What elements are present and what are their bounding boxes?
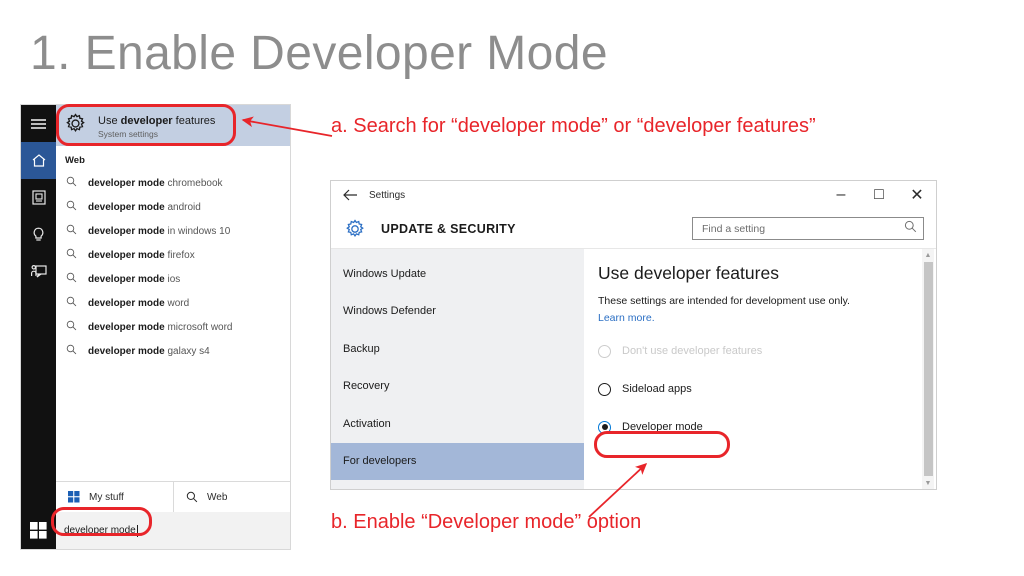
arrow-to-developer-mode xyxy=(589,464,646,517)
arrow-to-top-result xyxy=(243,120,332,136)
annotation-arrows xyxy=(0,0,1024,576)
annotation-b-text: b. Enable “Developer mode” option xyxy=(331,511,641,534)
annotation-a-text: a. Search for “developer mode” or “devel… xyxy=(331,115,816,138)
